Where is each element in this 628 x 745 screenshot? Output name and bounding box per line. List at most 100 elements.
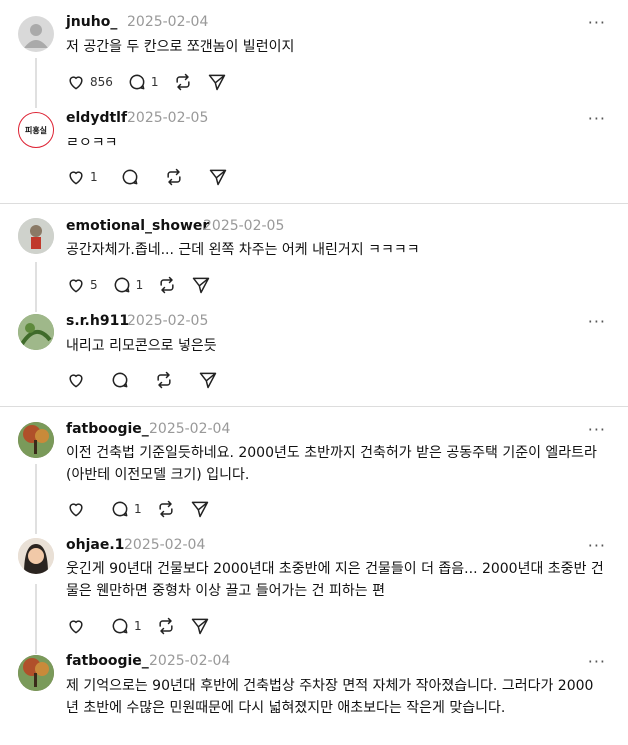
comment-text: 이전 건축법 기준일듯하네요. 2000년도 초반까지 건축허가 받은 공동주택… bbox=[66, 445, 597, 483]
like-button[interactable] bbox=[66, 499, 86, 519]
character-avatar-icon bbox=[18, 218, 54, 254]
repost-icon bbox=[159, 500, 173, 518]
action-bar: 5 1 bbox=[66, 275, 225, 295]
more-options-icon[interactable]: ··· bbox=[588, 422, 606, 438]
share-button[interactable] bbox=[207, 72, 227, 92]
heart-icon bbox=[69, 171, 83, 185]
like-button[interactable]: 5 bbox=[66, 275, 98, 295]
comment-text: ㄹㅇㅋㅋ bbox=[66, 135, 118, 151]
comment-icon bbox=[122, 169, 138, 185]
username[interactable]: ohjae.1 bbox=[66, 537, 124, 553]
repost-button[interactable] bbox=[154, 370, 174, 390]
username[interactable]: fatboogie_ bbox=[66, 421, 149, 437]
more-options-icon[interactable]: ··· bbox=[588, 538, 606, 554]
repost-button[interactable] bbox=[157, 275, 177, 295]
share-button[interactable] bbox=[190, 616, 210, 636]
repost-icon bbox=[159, 617, 173, 635]
repost-icon bbox=[175, 73, 190, 91]
comment-icon bbox=[114, 277, 130, 293]
action-bar: 1 bbox=[66, 167, 242, 187]
username[interactable]: eldydtlf bbox=[66, 110, 127, 126]
share-button[interactable] bbox=[198, 370, 218, 390]
username[interactable]: emotional_shower bbox=[66, 218, 209, 234]
reply-button[interactable]: 1 bbox=[127, 72, 159, 92]
thread-line bbox=[35, 464, 37, 534]
timestamp: 2025-02-05 bbox=[203, 218, 285, 234]
like-count: 5 bbox=[90, 278, 98, 292]
like-button[interactable]: 1 bbox=[66, 167, 98, 187]
send-icon bbox=[193, 277, 210, 294]
repost-button[interactable] bbox=[164, 167, 184, 187]
action-bar bbox=[66, 370, 232, 390]
timestamp: 2025-02-04 bbox=[124, 537, 206, 553]
avatar[interactable] bbox=[18, 422, 54, 458]
action-bar: 856 1 bbox=[66, 72, 241, 92]
more-options-icon[interactable]: ··· bbox=[588, 314, 606, 330]
share-button[interactable] bbox=[208, 167, 228, 187]
reply-count: 1 bbox=[134, 502, 142, 516]
comment-text: 공간자체가.좁네... 근데 왼쪽 차주는 어케 내린거지 ㅋㅋㅋㅋ bbox=[66, 242, 420, 258]
share-button[interactable] bbox=[190, 499, 210, 519]
share-button[interactable] bbox=[191, 275, 211, 295]
like-button[interactable]: 856 bbox=[66, 72, 113, 92]
heart-icon bbox=[69, 620, 83, 634]
logo-image: 피홍실 bbox=[24, 125, 48, 135]
like-count: 1 bbox=[90, 170, 98, 184]
tree-avatar-icon bbox=[18, 655, 54, 691]
avatar[interactable] bbox=[18, 218, 54, 254]
comment-icon bbox=[129, 74, 145, 90]
avatar[interactable] bbox=[18, 314, 54, 350]
more-options-icon[interactable]: ··· bbox=[588, 15, 606, 31]
like-button[interactable] bbox=[66, 370, 86, 390]
heart-icon bbox=[69, 76, 83, 90]
reply-button[interactable]: 1 bbox=[110, 499, 142, 519]
heart-icon bbox=[69, 503, 83, 517]
divider bbox=[0, 203, 628, 204]
repost-icon bbox=[167, 168, 181, 186]
reply-button[interactable]: 1 bbox=[112, 275, 144, 295]
thread-line bbox=[35, 584, 37, 654]
repost-button[interactable] bbox=[173, 72, 193, 92]
reply-count: 1 bbox=[134, 619, 142, 633]
comment-icon bbox=[112, 501, 128, 517]
repost-icon bbox=[157, 371, 171, 389]
action-bar: 1 bbox=[66, 499, 224, 519]
action-bar: 1 bbox=[66, 616, 224, 636]
reply-count: 1 bbox=[150, 75, 159, 89]
send-icon bbox=[199, 372, 217, 389]
like-count: 856 bbox=[90, 75, 113, 89]
person-avatar-icon bbox=[18, 538, 54, 574]
heart-icon bbox=[69, 374, 83, 388]
send-icon bbox=[209, 169, 226, 186]
avatar[interactable]: 피홍실 bbox=[18, 112, 54, 148]
avatar[interactable] bbox=[18, 538, 54, 574]
username[interactable]: fatboogie_ bbox=[66, 653, 149, 669]
plant-avatar-icon bbox=[18, 314, 54, 350]
repost-button[interactable] bbox=[156, 616, 176, 636]
divider bbox=[0, 406, 628, 407]
reply-button[interactable] bbox=[120, 167, 140, 187]
username[interactable]: jnuho_ bbox=[66, 14, 117, 30]
username[interactable]: s.r.h911 bbox=[66, 313, 129, 329]
timestamp: 2025-02-05 bbox=[127, 110, 209, 126]
avatar[interactable] bbox=[18, 655, 54, 691]
heart-icon bbox=[69, 279, 83, 293]
default-avatar-icon bbox=[24, 24, 48, 48]
repost-button[interactable] bbox=[156, 499, 176, 519]
more-options-icon[interactable]: ··· bbox=[588, 654, 606, 670]
comment-text: 저 공간을 두 칸으로 쪼갠놈이 빌런이지 bbox=[66, 39, 295, 55]
avatar[interactable] bbox=[18, 16, 54, 52]
comment-icon bbox=[112, 618, 128, 634]
send-icon bbox=[191, 501, 208, 518]
comment-text: 내리고 리모콘으로 넣은듯 bbox=[66, 338, 217, 354]
reply-button[interactable] bbox=[110, 370, 130, 390]
reply-count: 1 bbox=[135, 278, 144, 292]
timestamp: 2025-02-04 bbox=[149, 421, 231, 437]
repost-icon bbox=[160, 276, 174, 294]
like-button[interactable] bbox=[66, 616, 86, 636]
comment-text: 웃긴게 90년대 건물보다 2000년대 초중반에 지은 건물들이 더 좁음..… bbox=[66, 561, 604, 599]
more-options-icon[interactable]: ··· bbox=[588, 111, 606, 127]
timestamp: 2025-02-05 bbox=[127, 313, 209, 329]
reply-button[interactable]: 1 bbox=[110, 616, 142, 636]
thread-line bbox=[35, 58, 37, 108]
